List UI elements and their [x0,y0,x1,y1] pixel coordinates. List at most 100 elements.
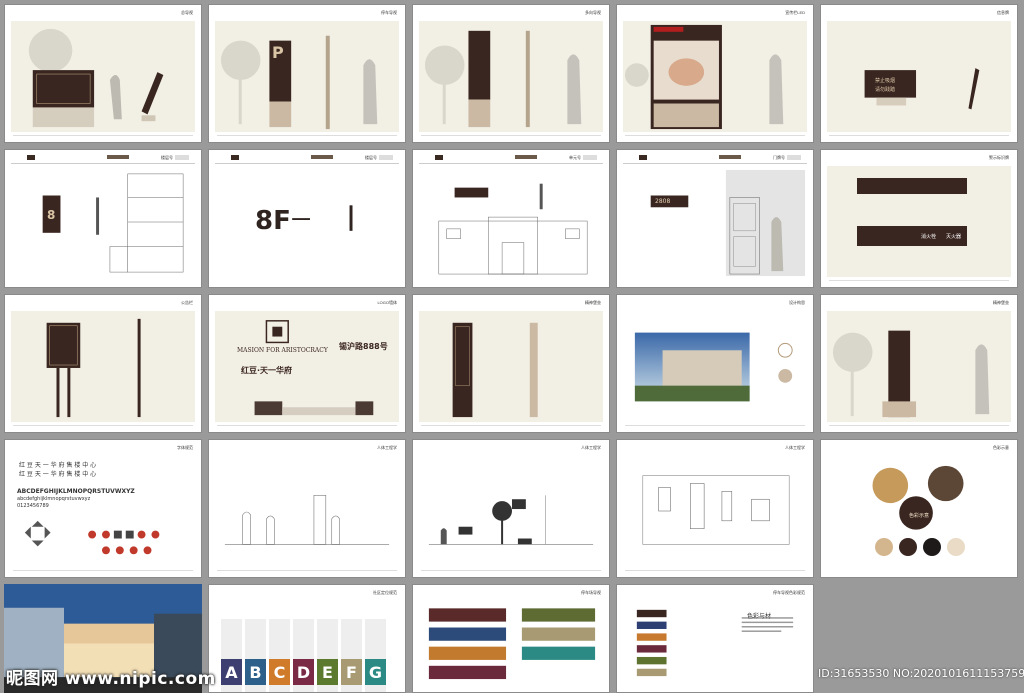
page-warning-sign[interactable]: 警示标识牌 消火栓 灭火器 [820,149,1018,288]
drawing-sheet [11,21,195,132]
page-unit-number[interactable]: 单元号 [412,149,610,288]
drawing-sheet [419,601,603,682]
page-spirit-fortress-2[interactable]: 精神堡垒 [820,294,1018,433]
page-floor-8f[interactable]: 楼层号 8F [208,149,406,288]
swatch-brown [899,538,917,556]
page-notice-board[interactable]: 公告栏 [4,294,202,433]
color-swatches [875,538,965,556]
watermark-logo: 昵图网 www.nipic.com [6,669,216,689]
notice-board-drawing [46,318,141,418]
drawing-sheet [623,456,807,567]
thumbnail-grid: 总导视 停车导视 P 多向导视 宣传栏LED 信息牌 禁止吸烟 请勿践踏 楼层号… [4,4,1020,693]
page-title: 门牌号 [773,155,785,160]
directional-sign-drawing [424,30,582,128]
page-logo-wall[interactable]: LOGO墙体 MASION FOR ARISTOCRACY 红豆·天一华府 锡沪… [208,294,406,433]
page-footer [13,425,193,429]
icon-set [24,520,160,555]
page-title: 单元号 [569,155,581,160]
page-info-sign[interactable]: 信息牌 禁止吸烟 请勿践踏 [820,4,1018,143]
drawing-sheet: 色彩示意 [827,456,1011,567]
fire-sign: 消火栓 灭火器 [857,226,967,246]
page-title: 停车场导视 [581,590,601,595]
page-footer [421,135,601,139]
page-title: 人体工程学 [377,445,397,450]
letter-tile: D [293,659,314,685]
page-parking-lot-sign[interactable]: 停车场导视 [412,584,610,693]
swatch-cream [947,538,965,556]
page-title: 字体规范 [177,445,193,450]
page-title: 停车导视色彩规范 [773,590,805,595]
led-board-drawing [624,24,784,130]
drawing-sheet [623,21,807,132]
page-ergonomics-3[interactable]: 人体工程学 [616,439,814,578]
drawing-sheet: 消火栓 灭火器 [827,166,1011,277]
page-title: 总导视 [181,10,193,15]
page-title: 多向导视 [585,10,601,15]
page-title: 设计构思 [789,300,805,305]
page-title: 信息牌 [997,10,1009,15]
drawing-sheet [827,311,1011,422]
page-title: LOGO墙体 [377,300,397,305]
letter-column: A [221,619,242,692]
page-footer [217,135,397,139]
page-title: 人体工程学 [581,445,601,450]
page-footer [13,135,193,139]
drawing-sheet: P [215,21,399,132]
door-drawing [650,169,806,277]
page-footer [625,425,805,429]
page-title: 色彩示意 [993,445,1009,450]
page-footer [625,570,805,574]
page-floor-number[interactable]: 楼层号 8 [4,149,202,288]
drawing-sheet [11,311,195,422]
page-parking-sign[interactable]: 停车导视 P [208,4,406,143]
page-door-number[interactable]: 门牌号 2808 [616,149,814,288]
info-sign-drawing [864,68,980,110]
page-community-position[interactable]: 社区定位规范 A B C D E F G [208,584,406,693]
drawing-sheet: 8 [11,168,195,277]
page-color-scheme[interactable]: 色彩示意 色彩示意 [820,439,1018,578]
palette-bars [636,609,794,677]
page-ergonomics-2[interactable]: 人体工程学 [412,439,610,578]
address-text: 锡沪路888号 [339,342,388,351]
info-sign-line1: 禁止吸烟 [875,78,896,84]
page-ergonomics-1[interactable]: 人体工程学 [208,439,406,578]
drawing-sheet: 8F [215,168,399,277]
letter-column: C [269,619,290,692]
drawing-sheet [419,311,603,422]
drawing-sheet: 2808 [623,168,807,277]
floor-number-8: 8 [47,208,56,222]
letter-column: B [245,619,266,692]
page-directional-sign[interactable]: 多向导视 [412,4,610,143]
letter-tile: A [221,659,242,685]
swatch-gold [875,538,893,556]
image-id-text: ID:31653530 NO:20201016111537590085 [818,667,1024,680]
warning-sign-top [857,178,967,194]
drawing-sheet: 色彩与材 [623,601,807,682]
fortress-drawing [452,322,538,418]
drawing-sheet [419,21,603,132]
letter-tile: G [365,659,386,685]
page-title: 社区定位规范 [373,590,397,595]
page-title: 精神堡垒 [993,300,1009,305]
page-led-board[interactable]: 宣传栏LED [616,4,814,143]
page-color-material[interactable]: 停车导视色彩规范 色彩与材 [616,584,814,693]
page-font-standard[interactable]: 字体规范 红 豆 天 一 华 府 售 楼 中 心 红 豆 天 一 华 府 售 楼… [4,439,202,578]
ergonomics-drawing-1 [224,494,390,545]
page-title: 宣传栏LED [785,10,805,15]
page-spirit-fortress[interactable]: 精神堡垒 [412,294,610,433]
letter-tile: B [245,659,266,685]
letter-column: F [341,619,362,692]
letter-tile: E [317,659,338,685]
page-main-sign[interactable]: 总导视 [4,4,202,143]
page-footer [421,570,601,574]
building-elevation [42,173,184,273]
tree-silhouette [220,35,378,130]
page-design-concept[interactable]: 设计构思 [616,294,814,433]
parking-sign-set [428,608,596,680]
page-title: 停车导视 [381,10,397,15]
swatch-dark [923,538,941,556]
drawing-sheet [215,456,399,567]
drawing-sheet [419,168,603,277]
drawing-sheet: MASION FOR ARISTOCRACY 红豆·天一华府 锡沪路888号 [215,311,399,422]
page-title: 楼层号 [365,155,377,160]
